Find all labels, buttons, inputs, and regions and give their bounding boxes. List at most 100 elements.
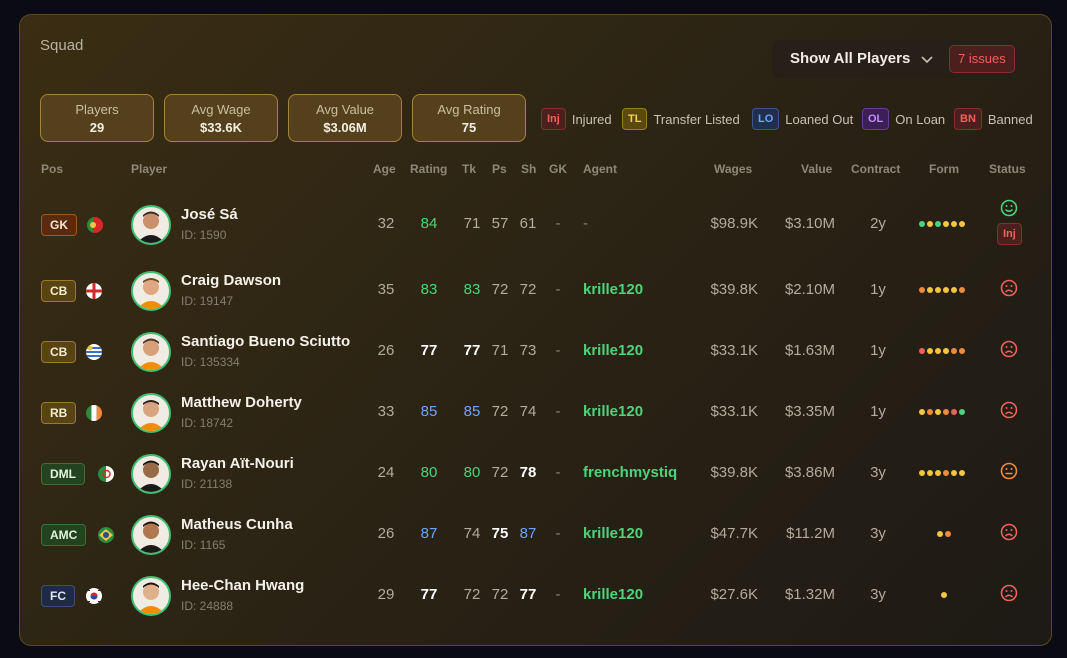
wages-cell: $39.8K	[710, 464, 758, 481]
squad-panel: Squad Show All Players 7 issues Players …	[19, 14, 1052, 646]
stat-avg-wage: Avg Wage $33.6K	[164, 94, 278, 142]
form-dot	[927, 221, 933, 227]
value-cell: $3.86M	[784, 464, 835, 481]
col-header-form[interactable]: Form	[929, 162, 959, 176]
gk-cell: -	[555, 525, 561, 542]
tk-cell: 83	[463, 281, 481, 298]
form-indicator	[919, 348, 965, 354]
table-row[interactable]: RB Matthew Doherty ID: 18742 33 85 85 72…	[20, 381, 1051, 442]
sh-cell: 72	[519, 281, 537, 298]
player-avatar	[131, 576, 171, 616]
col-header-contract[interactable]: Contract	[851, 162, 900, 176]
position-badge: FC	[41, 585, 75, 607]
form-dot	[943, 409, 949, 415]
legend-text: On Loan	[895, 111, 946, 127]
col-header-ps[interactable]: Ps	[492, 162, 507, 176]
value-cell: $2.10M	[784, 281, 835, 298]
position-badge: CB	[41, 341, 77, 363]
form-dot	[935, 287, 941, 293]
brazil-flag-icon	[98, 527, 114, 543]
form-dot	[951, 470, 957, 476]
col-header-rating[interactable]: Rating	[410, 162, 447, 176]
player-avatar	[131, 393, 171, 433]
rating-cell: 84	[420, 215, 438, 232]
show-all-players-dropdown[interactable]: Show All Players 7 issues	[772, 40, 1020, 78]
table-row[interactable]: CB Santiago Bueno Sciutto ID: 135334 26 …	[20, 320, 1051, 381]
form-dot	[941, 592, 947, 598]
form-dot	[951, 409, 957, 415]
legend-injured: Inj Injured	[541, 107, 612, 131]
agent-cell[interactable]: krille120	[583, 342, 643, 359]
form-dot	[919, 287, 925, 293]
sad-face-icon	[1000, 584, 1018, 607]
table-row[interactable]: FC Hee-Chan Hwang ID: 24888 29 77 72 72 …	[20, 564, 1051, 625]
ps-cell: 72	[491, 586, 509, 603]
south-korea-flag-icon	[86, 588, 102, 604]
form-dot	[935, 409, 941, 415]
stat-label: Avg Wage	[191, 102, 251, 117]
col-header-age[interactable]: Age	[373, 162, 396, 176]
agent-cell[interactable]: krille120	[583, 403, 643, 420]
player-name[interactable]: Matthew Doherty	[181, 394, 302, 411]
form-dot	[959, 221, 965, 227]
player-name[interactable]: José Sá	[181, 206, 238, 223]
col-header-sh[interactable]: Sh	[521, 162, 536, 176]
agent-cell[interactable]: krille120	[583, 525, 643, 542]
form-dot	[935, 221, 941, 227]
agent-cell[interactable]: frenchmystiq	[583, 464, 677, 481]
table-row[interactable]: AMC Matheus Cunha ID: 1165 26 87 74 75 8…	[20, 503, 1051, 564]
issues-badge[interactable]: 7 issues	[949, 45, 1015, 73]
age-cell: 35	[377, 281, 395, 298]
rating-cell: 87	[420, 525, 438, 542]
player-name[interactable]: Rayan Aït-Nouri	[181, 455, 294, 472]
form-indicator	[941, 592, 947, 598]
col-header-gk[interactable]: GK	[549, 162, 567, 176]
player-avatar	[131, 205, 171, 245]
agent-cell[interactable]: krille120	[583, 281, 643, 298]
tk-cell: 72	[463, 586, 481, 603]
age-cell: 24	[377, 464, 395, 481]
col-header-value[interactable]: Value	[801, 162, 832, 176]
form-dot	[927, 348, 933, 354]
table-row[interactable]: CB Craig Dawson ID: 19147 35 83 83 72 72…	[20, 259, 1051, 320]
col-header-tk[interactable]: Tk	[462, 162, 476, 176]
stat-label: Avg Value	[315, 102, 375, 117]
neutral-face-icon	[1000, 462, 1018, 485]
gk-cell: -	[555, 215, 561, 232]
col-header-agent[interactable]: Agent	[583, 162, 617, 176]
col-header-pos[interactable]: Pos	[41, 162, 63, 176]
player-name[interactable]: Matheus Cunha	[181, 516, 293, 533]
form-dot	[935, 470, 941, 476]
position-badge: GK	[41, 214, 77, 236]
table-row[interactable]: DML Rayan Aït-Nouri ID: 21138 24 80 80 7…	[20, 442, 1051, 503]
wages-cell: $39.8K	[710, 281, 758, 298]
player-name[interactable]: Craig Dawson	[181, 272, 281, 289]
rating-cell: 85	[420, 403, 438, 420]
sh-cell: 73	[519, 342, 537, 359]
ps-cell: 71	[491, 342, 509, 359]
player-id: ID: 135334	[181, 355, 240, 369]
contract-cell: 3y	[870, 525, 886, 542]
agent-cell[interactable]: krille120	[583, 586, 643, 603]
england-flag-icon	[86, 283, 102, 299]
value-cell: $1.63M	[784, 342, 835, 359]
table-row[interactable]: GK José Sá ID: 1590 32 84 71 57 61 - - $…	[20, 193, 1051, 254]
value-cell: $3.35M	[784, 403, 835, 420]
col-header-status[interactable]: Status	[989, 162, 1026, 176]
player-name[interactable]: Santiago Bueno Sciutto	[181, 333, 350, 350]
form-dot	[945, 531, 951, 537]
player-avatar	[131, 515, 171, 555]
position-badge: CB	[41, 280, 77, 302]
col-header-wages[interactable]: Wages	[714, 162, 752, 176]
player-name[interactable]: Hee-Chan Hwang	[181, 577, 304, 594]
sh-cell: 78	[519, 464, 537, 481]
sad-face-icon	[1000, 401, 1018, 424]
col-header-player[interactable]: Player	[131, 162, 167, 176]
legend-text: Banned	[987, 111, 1033, 127]
ps-cell: 75	[491, 525, 509, 542]
ps-cell: 72	[491, 464, 509, 481]
stat-label: Avg Rating	[437, 102, 501, 117]
age-cell: 32	[377, 215, 395, 232]
form-indicator	[919, 221, 965, 227]
form-dot	[959, 348, 965, 354]
